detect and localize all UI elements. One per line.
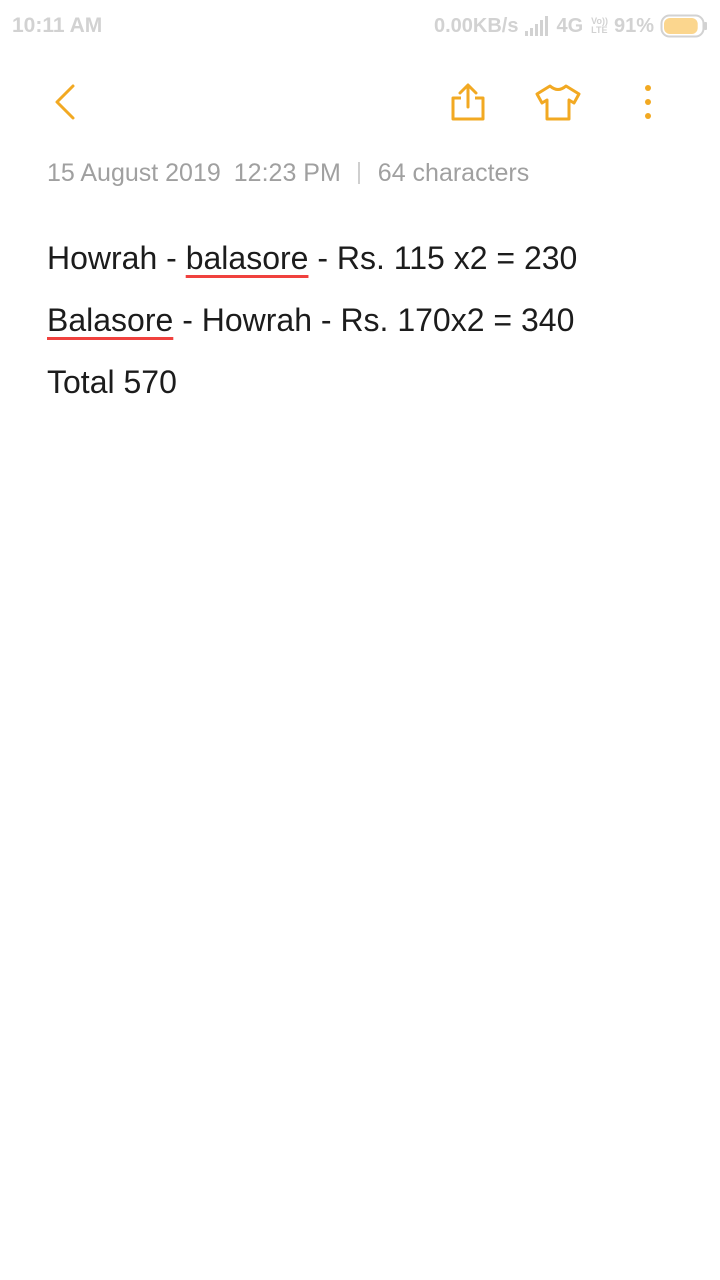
note-line[interactable]: Howrah - balasore - Rs. 115 x2 = 230	[47, 232, 687, 294]
more-icon	[643, 84, 653, 120]
battery-icon	[660, 14, 708, 38]
line-text: - Howrah - Rs. 170x2 = 340	[173, 302, 575, 338]
network-speed: 0.00KB/s	[433, 14, 519, 37]
note-editor[interactable]: Howrah - balasore - Rs. 115 x2 = 230 Bal…	[47, 232, 687, 418]
network-type: 4G	[556, 14, 584, 37]
status-time: 10:11 AM	[12, 14, 103, 37]
status-indicators: 0.00KB/s 4G Vo)) LTE 91%	[434, 12, 708, 40]
status-bar: 10:11 AM 0.00KB/s 4G Vo)) LTE 91%	[0, 0, 720, 52]
theme-icon	[533, 82, 583, 122]
line-text: Howrah -	[47, 240, 186, 276]
battery-fill	[664, 18, 698, 34]
back-button[interactable]	[36, 70, 92, 134]
meta-divider	[357, 162, 360, 184]
line-text: - Rs. 115 x2 = 230	[308, 240, 578, 276]
note-date: 15 August 2019	[47, 158, 221, 187]
note-toolbar	[0, 70, 720, 134]
misspelled-word[interactable]: balasore	[186, 240, 309, 276]
share-button[interactable]	[440, 70, 496, 134]
character-count: 64 characters	[377, 158, 530, 187]
volte-bottom: LTE	[591, 25, 608, 35]
battery-percent: 91%	[613, 14, 654, 37]
volte-indicator: Vo)) LTE	[591, 17, 608, 35]
note-line[interactable]: Balasore - Howrah - Rs. 170x2 = 340	[47, 294, 687, 356]
theme-button[interactable]	[530, 70, 586, 134]
note-time: 12:23 PM	[233, 158, 341, 187]
line-text: Total 570	[47, 364, 177, 400]
note-line[interactable]: Total 570	[47, 356, 687, 418]
more-button[interactable]	[620, 70, 676, 134]
misspelled-word[interactable]: Balasore	[47, 302, 173, 338]
share-icon	[447, 81, 489, 123]
note-metadata: 15 August 2019 12:23 PM 64 characters	[47, 158, 529, 188]
signal-icon	[524, 16, 550, 36]
back-icon	[49, 82, 79, 122]
